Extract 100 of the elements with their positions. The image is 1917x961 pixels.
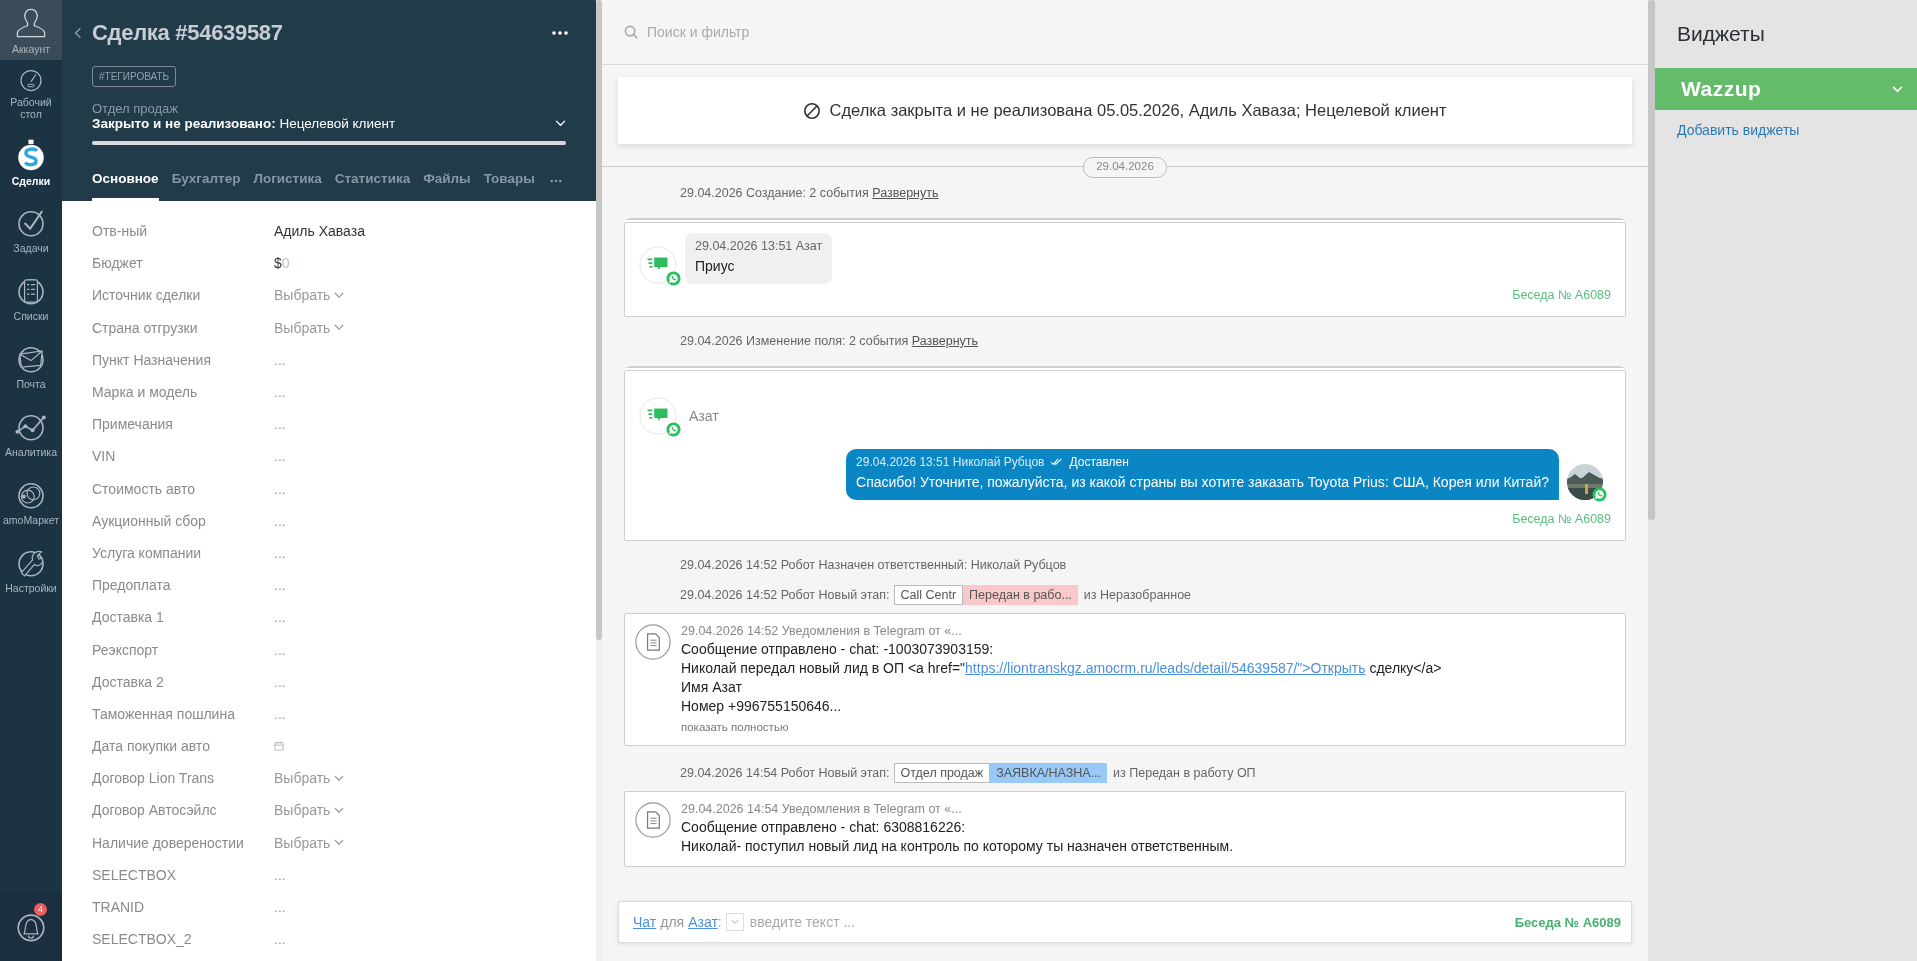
scrollbar[interactable] (1648, 0, 1655, 520)
field-label: Примечания (92, 416, 174, 433)
tab[interactable]: Основное (92, 161, 159, 201)
field-value[interactable]: ... (274, 384, 286, 401)
chevron-down-icon (334, 291, 345, 299)
add-widgets-link[interactable]: Добавить виджеты (1655, 110, 1917, 138)
field-label: Таможенная пошлина (92, 705, 236, 722)
field-label: Бюджет (92, 255, 144, 272)
message-text: Николай передал новый лид в ОП <a href="https://liontranskgz.amocrm.ru/leads/detail/54639587/">Открыть сделку</a> (681, 660, 1442, 676)
select-dropdown[interactable]: Выбрать (274, 287, 345, 304)
banner-text: Сделка закрыта и не реализована 05.05.2026, Адиль Хаваза; Нецелевой клиент (829, 101, 1447, 120)
field-value[interactable]: ... (274, 512, 286, 529)
tab[interactable]: Логистика (253, 161, 322, 201)
event-note: 29.04.2026 14:52 Робот Назначен ответственный: Николай Рубцов (680, 558, 1068, 572)
chevron-icon (1892, 85, 1903, 93)
nav-item[interactable]: Задачи (0, 196, 62, 264)
field-value[interactable]: ... (274, 673, 286, 690)
field-value[interactable]: ... (274, 416, 286, 433)
more-icon[interactable] (552, 31, 568, 35)
composer-label: : (717, 914, 722, 930)
select-dropdown[interactable]: Выбрать (274, 802, 345, 819)
document-icon (635, 624, 671, 660)
field-value[interactable]: ... (274, 480, 286, 497)
expand-link[interactable]: Развернуть (872, 186, 939, 200)
conversation-link[interactable]: Беседа № A6089 (1512, 512, 1611, 526)
nav-item[interactable]: amoМаркет (0, 468, 62, 536)
field-value[interactable]: $0 (274, 255, 290, 272)
whatsapp-icon (1592, 487, 1607, 502)
conversation-link[interactable]: Беседа № A6089 (1512, 288, 1611, 302)
tab[interactable]: Товары (483, 161, 535, 201)
back-icon[interactable] (74, 26, 82, 40)
more-tabs-icon[interactable] (549, 179, 562, 183)
field-label: Договор Lion Trans (92, 770, 216, 787)
event-note: из Передан в работу ОП (1113, 766, 1256, 780)
nav-item[interactable]: Почта (0, 332, 62, 400)
message-meta: 29.04.2026 13:51 Азат (695, 239, 823, 253)
message-text: Имя Азат (681, 679, 743, 695)
message-text: Номер +996755150646... (681, 698, 843, 714)
field-label: TRANID (92, 899, 146, 916)
sender-name: Азат (689, 408, 719, 424)
message-field[interactable]: Чат для Азат: введите текст ... Беседа № A6089 (618, 901, 1632, 943)
field-value[interactable]: ... (274, 544, 286, 561)
nav-item[interactable]: Аккаунт (0, 0, 62, 60)
select-dropdown[interactable]: Выбрать (274, 834, 345, 851)
chat-link[interactable]: Чат (633, 914, 657, 930)
event-note: 29.04.2026 Создание: 2 события Развернуть (680, 186, 940, 200)
message-text: Приус (695, 258, 736, 274)
nav-item[interactable]: Сделки (0, 128, 62, 196)
nav-item[interactable]: Рабочий стол (0, 60, 62, 128)
widgets-title: Виджеты (1676, 21, 1766, 47)
widget-header[interactable]: Wazzup (1655, 68, 1917, 110)
scrollbar[interactable] (596, 0, 602, 640)
show-more-link[interactable]: показать полностью (681, 721, 1442, 733)
delivery-status: Доставлен (1069, 455, 1129, 469)
status-text[interactable]: Закрыто и не реализовано: Нецелевой клиент (92, 116, 396, 131)
field-value[interactable]: ... (274, 448, 286, 465)
field-label: Договор Автосэйлс (92, 802, 218, 819)
chevron-down-icon[interactable] (555, 120, 566, 127)
field-value[interactable]: ... (274, 351, 286, 368)
field-value[interactable]: ... (274, 866, 286, 883)
field-label: Страна отгрузки (92, 319, 199, 336)
select-dropdown[interactable]: Выбрать (274, 770, 345, 787)
notifications-button[interactable]: 4 (0, 893, 62, 961)
field-value[interactable]: ... (274, 609, 286, 626)
expand-link[interactable]: Развернуть (911, 334, 979, 348)
field-value[interactable]: ... (274, 931, 286, 948)
composer-label: для (660, 914, 685, 930)
tab[interactable]: Статистика (334, 161, 411, 201)
message-text: Николай- поступил новый лид на контроль по которому ты назначен ответственным. (681, 838, 1234, 854)
field-value[interactable]: ... (274, 577, 286, 594)
stage-tag: Call Centr (893, 585, 964, 605)
nav-item[interactable]: Списки (0, 264, 62, 332)
conversation-label: Беседа № A6089 (1514, 914, 1621, 930)
stage-tag: ЗАЯВКА/НАЗНА... (990, 763, 1108, 783)
field-label: Предоплата (92, 577, 172, 594)
field-value[interactable]: ... (274, 705, 286, 722)
message-meta: 29.04.2026 13:51 Николай Рубцов (856, 455, 1045, 469)
field-label: VIN (92, 448, 117, 465)
field-label: Наличие довереностии (92, 834, 245, 851)
event-note: 29.04.2026 14:54 Робот Новый этап: (680, 766, 890, 780)
tab[interactable]: Бухгалтер (171, 161, 241, 201)
nav-item[interactable]: Настройки (0, 536, 62, 604)
search-field[interactable]: Поиск и фильтр (645, 23, 1049, 41)
pipeline-name: Отдел продаж (92, 101, 179, 116)
tag-button[interactable]: #ТЕГИРОВАТЬ (92, 66, 177, 87)
field-value[interactable]: ... (274, 641, 286, 658)
message-text: Спасибо! Уточните, пожалуйста, из какой страны вы хотите заказать Toyota Prius: США, Корея или Китай? (856, 474, 1549, 490)
whatsapp-icon (666, 422, 681, 437)
search-icon (624, 24, 639, 40)
field-value[interactable]: ... (274, 899, 286, 916)
nav-item[interactable]: Аналитика (0, 400, 62, 468)
field-value[interactable]: Адиль Хаваза (274, 223, 365, 240)
tab[interactable]: Файлы (423, 161, 471, 201)
chat-icon (639, 397, 677, 435)
message-text: Сообщение отправлено - chat: 6308816226: (681, 819, 967, 835)
notification-meta: 29.04.2026 14:52 Уведомления в Telegram от «... (681, 624, 963, 638)
contact-link[interactable]: Азат (688, 914, 718, 930)
deal-link[interactable]: https://liontranskgz.amocrm.ru/leads/detail/54639587/">Открыть (965, 660, 1366, 676)
field-label: Стоимость авто (92, 480, 196, 497)
select-dropdown[interactable]: Выбрать (274, 319, 345, 336)
